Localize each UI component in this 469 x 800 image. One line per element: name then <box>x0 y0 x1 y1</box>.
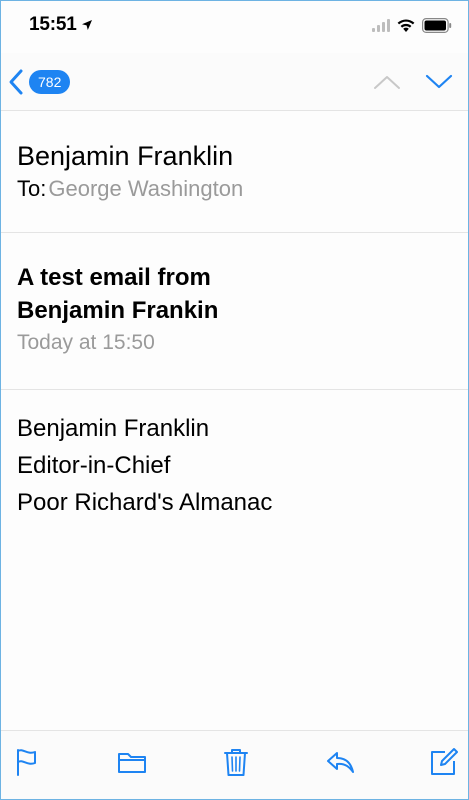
back-button[interactable]: 782 <box>7 67 71 97</box>
unread-count-badge: 782 <box>29 69 71 94</box>
folder-icon <box>118 753 146 773</box>
compose-button[interactable] <box>429 747 459 777</box>
body-line: Editor-in-Chief <box>17 452 171 479</box>
status-bar: 15:51 <box>1 1 468 49</box>
trash-button[interactable] <box>221 747 251 777</box>
status-time: 15:51 <box>29 14 77 35</box>
compose-icon <box>431 748 458 775</box>
chevron-left-icon <box>9 69 23 94</box>
sender-section: Benjamin Franklin To: George Washington <box>1 111 468 233</box>
email-timestamp: Today at 15:50 <box>17 331 155 354</box>
message-navigation <box>372 73 454 91</box>
email-subject: A test email from Benjamin Frankin <box>17 264 219 324</box>
trash-icon <box>224 749 248 776</box>
reply-icon <box>327 752 354 773</box>
status-time-group: 15:51 <box>29 14 93 36</box>
flag-button[interactable] <box>13 747 43 777</box>
to-label: To: <box>17 176 47 201</box>
wifi-icon <box>397 19 415 32</box>
signal-icon <box>372 18 390 32</box>
bottom-toolbar <box>1 730 468 799</box>
sender-name[interactable]: Benjamin Franklin <box>17 139 452 173</box>
chevron-down-icon[interactable] <box>424 73 454 91</box>
location-arrow-icon <box>81 20 92 30</box>
recipient-line: To: George Washington <box>17 174 452 204</box>
body-line: Poor Richard's Almanac <box>17 489 273 516</box>
reply-button[interactable] <box>325 747 355 777</box>
move-folder-button[interactable] <box>117 747 147 777</box>
recipient-name[interactable]: George Washington <box>48 174 243 204</box>
nav-bar: 782 <box>1 53 468 111</box>
battery-icon <box>422 17 452 33</box>
body-line: Benjamin Franklin <box>17 415 210 442</box>
flag-icon <box>17 749 36 776</box>
chevron-up-icon[interactable] <box>372 73 402 91</box>
mail-screen: 15:51 782 Benjamin Franklin To: George W… <box>0 0 469 800</box>
email-body: Benjamin Franklin Editor-in-Chief Poor R… <box>1 390 468 730</box>
subject-section: A test email from Benjamin Frankin Today… <box>1 233 468 390</box>
status-indicators <box>372 17 452 33</box>
